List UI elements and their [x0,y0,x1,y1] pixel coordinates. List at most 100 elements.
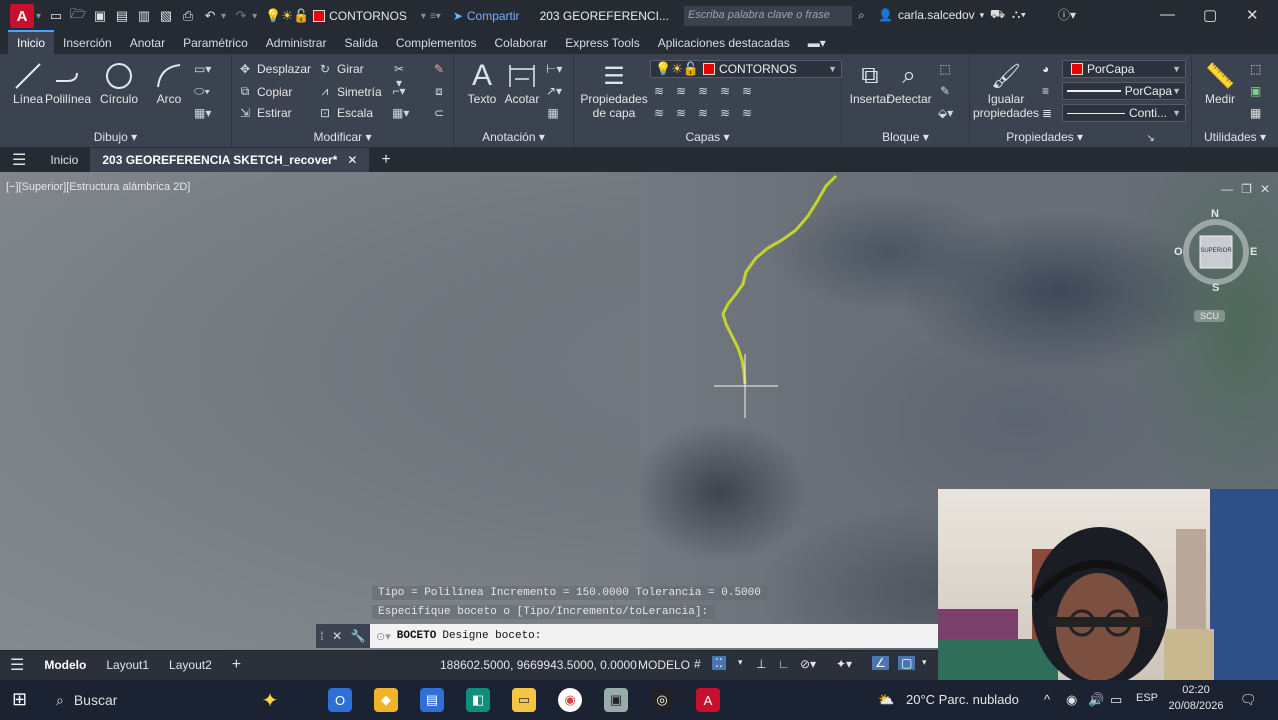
autocad-taskbar-icon[interactable]: A [696,688,720,712]
object-snap-dropdown-icon[interactable]: ▾ [922,657,927,668]
polilinea-tool[interactable]: Polilínea [40,60,96,106]
windows-start-icon[interactable]: ⊞ [12,689,27,710]
command-line[interactable]: ⁞ ✕ 🔧 ⊙▾ BOCETO Designe boceto: [316,624,938,648]
offset-tool[interactable]: ⊂ [432,106,446,120]
snap-icon[interactable]: ⁚⁚ [712,656,726,670]
quick-select-icon[interactable]: ⬚ [1250,62,1261,76]
color-combo[interactable]: PorCapa ▼ [1062,60,1186,78]
snap-dropdown-icon[interactable]: ▾ [738,657,743,668]
panel-propiedades-title[interactable]: Propiedades ▾ ↘ [970,130,1191,144]
undo-icon[interactable]: ↶ [201,7,219,25]
viewcube-face-label[interactable]: SUPERIOR [1200,248,1232,254]
save-icon[interactable]: ▣ [91,7,109,25]
ucs-menu[interactable]: SCU [1194,310,1226,322]
circulo-tool[interactable]: Círculo [91,60,147,106]
panel-modificar-title[interactable]: Modificar ▾ [232,130,453,144]
panel-capas-title[interactable]: Capas ▾ [574,130,841,144]
command-line-close-icon[interactable]: ✕ [332,629,342,643]
object-snap-icon[interactable]: ▢ [898,656,916,670]
search-icon[interactable]: ⌕ [858,8,865,23]
simetria-tool[interactable]: ⩘ Simetría [318,84,382,99]
tab-anotar[interactable]: Anotar [121,32,174,54]
show-hidden-icons-icon[interactable]: ^ [1044,692,1050,707]
array-tool[interactable]: ▦▾ [392,106,409,120]
attribute-tool[interactable]: ⬙▾ [938,106,953,120]
viewcube-east[interactable]: E [1250,246,1257,258]
ortho-icon[interactable]: ∟ [778,657,790,671]
viewport-restore-icon[interactable]: ❐ [1241,182,1252,196]
save-as-icon[interactable]: ▤ [113,7,131,25]
battery-icon[interactable]: ▭ [1110,692,1122,708]
hamburger-menu-icon[interactable]: ☰ [0,148,38,172]
panel-utilidades-title[interactable]: Utilidades ▾ [1192,130,1278,144]
app-icon[interactable]: ◆ [374,688,398,712]
file-explorer-icon[interactable]: ▭ [512,688,536,712]
edit-block-tool[interactable]: ✎ [938,84,952,98]
autocad-logo-icon[interactable]: A [10,4,34,28]
viewcube[interactable]: N S E O SUPERIOR SCU [1174,206,1260,322]
tab-salida[interactable]: Salida [335,32,386,54]
app-window-icon[interactable]: ▣ [604,688,628,712]
tab-parametrico[interactable]: Paramétrico [174,32,257,54]
estirar-tool[interactable]: ⇲ Estirar [238,106,292,120]
lineweight-combo[interactable]: Conti... ▼ [1062,104,1186,122]
polar-tracking-icon[interactable]: ⊘▾ [800,657,816,671]
clock-time[interactable]: 02:20 [1166,684,1226,696]
help-icon[interactable]: ⓘ▾ [1058,6,1076,23]
propiedades-de-capa-tool[interactable]: ☰ Propiedades de capa [580,60,647,121]
leader-tool[interactable]: ↗▾ [546,84,562,98]
app-menu-chevron-icon[interactable]: ▾ [36,11,41,22]
linetype-combo[interactable]: PorCapa ▼ [1062,82,1186,100]
quick-layer-control[interactable]: 💡 ☀ 🔓 CONTORNOS ▾ [265,8,428,24]
copiar-tool[interactable]: ⧉ Copiar [238,84,293,99]
create-block-tool[interactable]: ⬚ [938,62,952,76]
tab-aplicaciones-destacadas[interactable]: Aplicaciones destacadas [649,32,799,54]
igualar-propiedades-tool[interactable]: 🖌 Igualar propiedades [973,60,1039,121]
plot-icon[interactable]: ▧ [157,7,175,25]
redo-dropdown-icon[interactable]: ▾ [252,11,257,22]
redo-icon[interactable]: ↷ [232,7,250,25]
close-tab-icon[interactable]: ✕ [347,153,357,167]
hatch-tool[interactable]: ▦▾ [194,106,211,120]
model-space-toggle[interactable]: MODELO [638,658,690,672]
new-tab-icon[interactable]: + [369,148,402,172]
panel-dibujo-title[interactable]: Dibujo ▾ [0,130,231,144]
new-file-icon[interactable]: ▭ [47,7,65,25]
location-icon[interactable]: ◉ [1066,692,1077,708]
layer-tools-row-1[interactable]: ≋ ≋ ≋ ≋ ≋ [652,84,754,98]
cursor-coordinates[interactable]: 188602.5000, 9669943.5000, 0.0000 [440,658,637,672]
customize-toolbar-icon[interactable]: ≡▾ [430,11,441,22]
panel-bloque-title[interactable]: Bloque ▾ [842,130,969,144]
command-line-grip-icon[interactable]: ⁞ [320,629,323,643]
user-account-menu[interactable]: 👤 carla.salcedov ▾ [878,8,984,22]
viewcube-west[interactable]: O [1174,246,1183,258]
viewcube-south[interactable]: S [1212,282,1219,294]
layer-tools-row-2[interactable]: ≋ ≋ ≋ ≋ ≋ [652,106,754,120]
arco-tool[interactable]: Arco [141,60,197,106]
command-prompt-icon[interactable]: ⊙▾ [376,630,391,643]
desplazar-tool[interactable]: ✥ Desplazar [238,62,311,76]
tab-insercion[interactable]: Inserción [54,32,121,54]
file-tab-drawing[interactable]: 203 GEOREFERENCIA SKETCH_recover* ✕ [90,148,370,172]
add-layout-icon[interactable]: + [222,656,251,674]
isometric-icon[interactable]: ✦▾ [836,657,852,671]
infer-constraints-icon[interactable]: ⊥ [756,657,766,671]
rectangle-tool[interactable]: ▭▾ [194,62,211,76]
panel-anotacion-title[interactable]: Anotación ▾ [454,130,573,144]
layer-dropdown-icon[interactable]: ▾ [421,11,426,22]
layout-menu-icon[interactable]: ☰ [0,655,34,675]
web-mobile-icon[interactable]: ▥ [135,7,153,25]
escala-tool[interactable]: ⊡ Escala [318,106,373,120]
erase-tool[interactable]: ✎ [432,62,446,76]
obs-icon[interactable]: ◎ [650,688,674,712]
tab-complementos[interactable]: Complementos [387,32,486,54]
ellipse-tool[interactable]: ⬭▾ [194,84,210,99]
undo-dropdown-icon[interactable]: ▾ [221,11,226,22]
outlook-icon[interactable]: O [328,688,352,712]
copilot-sparkle-icon[interactable]: ✦ [258,688,282,712]
weather-text[interactable]: 20°C Parc. nublado [906,692,1019,707]
maps-icon[interactable]: ◧ [466,688,490,712]
tab-modelo[interactable]: Modelo [34,658,96,672]
notifications-icon[interactable]: 🗨 [1240,692,1257,708]
chrome-icon[interactable]: ◉ [558,688,582,712]
